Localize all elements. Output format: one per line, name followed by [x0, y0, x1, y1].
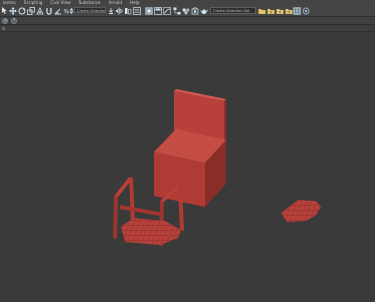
- seat-grid[interactable]: [121, 218, 181, 245]
- recent-folder-icon[interactable]: [285, 7, 293, 15]
- perspective-viewport[interactable]: [0, 32, 375, 302]
- help-search-icon[interactable]: [302, 7, 310, 15]
- edit-named-selection-icon[interactable]: [108, 7, 114, 15]
- toggle-ribbon-icon[interactable]: [154, 6, 162, 15]
- angle-snap-icon[interactable]: [54, 7, 62, 15]
- render-teapot-icon[interactable]: [200, 7, 208, 15]
- snap-toggle-icon[interactable]: 3: [45, 7, 53, 15]
- named-selection-dropdown[interactable]: Create Selection Set: [210, 7, 256, 14]
- mirror-icon[interactable]: [115, 7, 123, 15]
- loose-grid-piece[interactable]: [281, 200, 321, 222]
- align-icon[interactable]: [124, 7, 132, 15]
- save-file-icon[interactable]: [267, 7, 275, 15]
- select-and-move-icon[interactable]: [9, 6, 17, 15]
- workspace-icon[interactable]: [293, 6, 301, 15]
- material-editor-icon[interactable]: [182, 7, 190, 15]
- render-setup-icon[interactable]: [191, 7, 199, 15]
- project-folder-icon[interactable]: [276, 7, 284, 15]
- help-icon[interactable]: ?: [11, 17, 17, 24]
- toggle-scene-explorer-icon[interactable]: [133, 6, 141, 15]
- toggle-layer-explorer-icon[interactable]: [145, 6, 153, 15]
- ribbon-grip-icon[interactable]: [2, 26, 5, 30]
- curve-editor-icon[interactable]: [163, 6, 171, 15]
- viewport-scene: [113, 89, 321, 246]
- open-file-icon[interactable]: [258, 7, 266, 15]
- main-toolbar: 3 % Create Selection Set Create Selectio: [0, 5, 375, 17]
- select-and-place-icon[interactable]: [36, 6, 44, 15]
- select-and-scale-icon[interactable]: [27, 6, 35, 15]
- svg-text:3: 3: [50, 7, 52, 11]
- select-object-icon[interactable]: [1, 7, 8, 15]
- selection-set-dropdown[interactable]: Create Selection Set: [74, 7, 106, 13]
- secondary-toolbar: ↺ ?: [0, 17, 375, 25]
- chair-seat-box[interactable]: [154, 129, 226, 207]
- ribbon-strip: [0, 25, 375, 32]
- schematic-view-icon[interactable]: [173, 7, 181, 15]
- undo-icon[interactable]: ↺: [2, 17, 8, 24]
- select-and-rotate-icon[interactable]: [18, 7, 26, 15]
